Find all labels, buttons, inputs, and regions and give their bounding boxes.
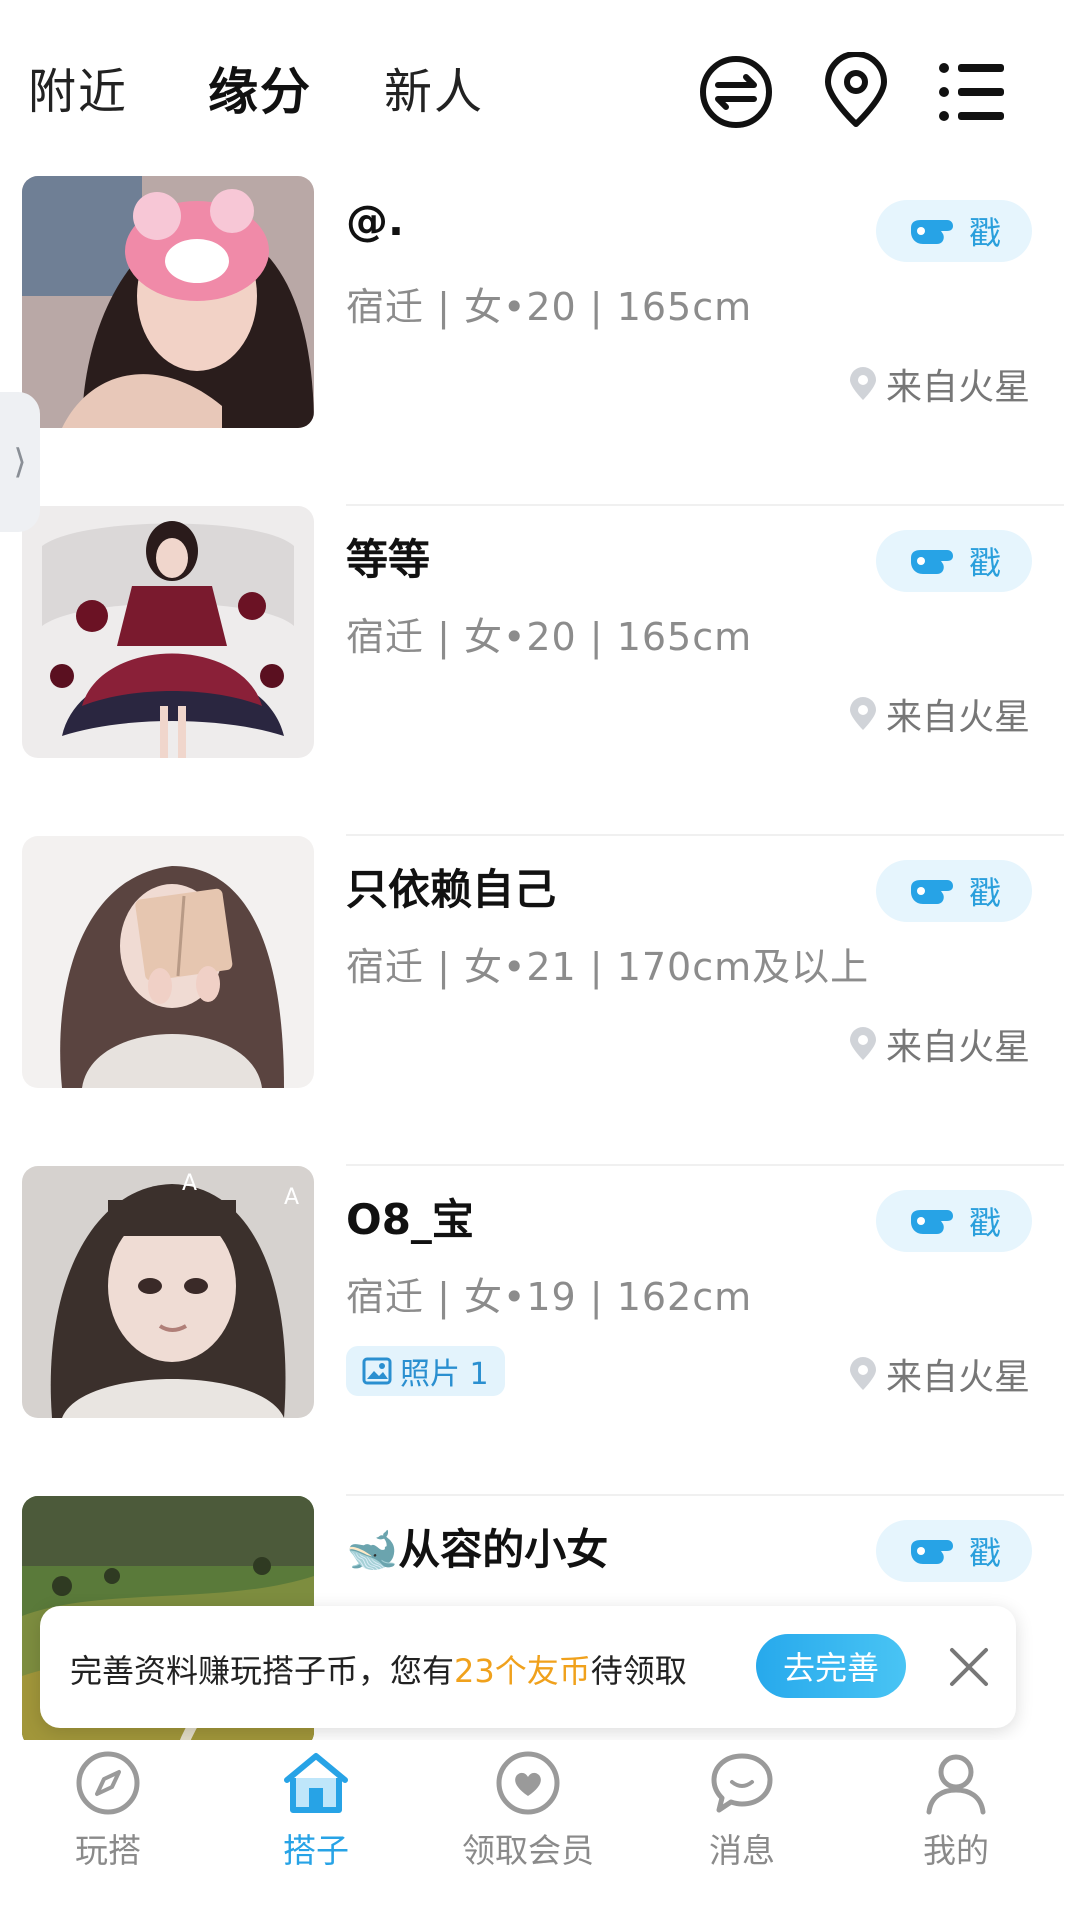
user-name: 只依赖自己 xyxy=(346,865,557,914)
location-text: 来自火星 xyxy=(885,1027,1030,1068)
nav-label: 领取会员 xyxy=(462,1831,594,1870)
poke-button[interactable]: 戳 xyxy=(876,200,1032,262)
list-item[interactable]: @. 戳 宿迁 | 女•20 | 165cm 来自火星 xyxy=(0,176,1080,506)
user-name: 🐋从容的小女 xyxy=(346,1525,609,1574)
pointing-hand-icon xyxy=(910,1210,953,1234)
user-location: 来自火星 xyxy=(848,1018,1030,1070)
avatar[interactable]: A A xyxy=(22,1166,314,1418)
user-info: 宿迁 | 女•21 | 170cm及以上 xyxy=(346,945,870,989)
bottom-nav: 玩搭 搭子 领取会员 消息 我的 xyxy=(0,1740,1080,1920)
user-name: O8_宝 xyxy=(346,1195,474,1244)
user-info: 宿迁 | 女•19 | 162cm xyxy=(346,1275,753,1319)
nav-label: 搭子 xyxy=(283,1831,349,1870)
banner-text-before: 完善资料赚玩搭子币，您有 xyxy=(70,1652,455,1690)
avatar[interactable] xyxy=(22,506,314,758)
chat-bubble-icon xyxy=(711,1753,773,1813)
location-text: 来自火星 xyxy=(885,1357,1030,1398)
poke-label: 戳 xyxy=(968,214,1001,252)
location-pin-icon[interactable] xyxy=(816,52,896,132)
side-expand-handle[interactable]: ⟩ xyxy=(0,392,40,532)
pin-icon xyxy=(849,697,876,730)
list-item[interactable]: 等等 戳 宿迁 | 女•20 | 165cm 来自火星 xyxy=(0,506,1080,836)
user-info: 宿迁 | 女•20 | 165cm xyxy=(346,285,753,329)
pin-icon xyxy=(849,1357,876,1390)
close-icon[interactable] xyxy=(946,1644,992,1690)
pointing-hand-icon xyxy=(910,220,953,244)
pointing-hand-icon xyxy=(910,1540,953,1564)
nav-play[interactable]: 玩搭 xyxy=(0,1740,216,1920)
tab-nearby[interactable]: 附近 xyxy=(28,52,128,122)
banner-text-after: 待领取 xyxy=(590,1652,687,1690)
nav-label: 消息 xyxy=(709,1831,775,1870)
poke-button[interactable]: 戳 xyxy=(876,1520,1032,1582)
compass-icon xyxy=(76,1751,140,1815)
pointing-hand-icon xyxy=(910,880,953,904)
user-list: @. 戳 宿迁 | 女•20 | 165cm 来自火星 等等 戳 宿迁 | 女•… xyxy=(0,176,1080,1826)
pointing-hand-icon xyxy=(910,550,953,574)
avatar[interactable] xyxy=(22,836,314,1088)
image-icon xyxy=(362,1357,392,1385)
user-location: 来自火星 xyxy=(848,1348,1030,1400)
user-info: 宿迁 | 女•20 | 165cm xyxy=(346,615,753,659)
nav-label: 玩搭 xyxy=(75,1831,141,1870)
complete-profile-button[interactable]: 去完善 xyxy=(756,1634,906,1698)
poke-label: 戳 xyxy=(968,874,1001,912)
menu-list-icon[interactable] xyxy=(932,52,1012,132)
profile-reward-banner: 完善资料赚玩搭子币，您有23个友币待领取 去完善 xyxy=(40,1606,1016,1728)
svg-text:A: A xyxy=(182,1171,197,1196)
poke-label: 戳 xyxy=(968,544,1001,582)
photo-count-label: 照片 1 xyxy=(400,1357,489,1392)
profile-icon xyxy=(926,1754,986,1815)
poke-button[interactable]: 戳 xyxy=(876,1190,1032,1252)
banner-coin-amount: 23个友币 xyxy=(454,1652,591,1690)
home-icon xyxy=(284,1753,348,1813)
svg-text:A: A xyxy=(284,1185,299,1210)
poke-button[interactable]: 戳 xyxy=(876,860,1032,922)
swap-icon[interactable] xyxy=(696,52,776,132)
poke-label: 戳 xyxy=(968,1204,1001,1242)
chevron-right-icon: ⟩ xyxy=(13,442,27,482)
banner-message: 完善资料赚玩搭子币，您有23个友币待领取 xyxy=(70,1646,687,1692)
list-item[interactable]: 只依赖自己 戳 宿迁 | 女•21 | 170cm及以上 来自火星 xyxy=(0,836,1080,1166)
tab-new[interactable]: 新人 xyxy=(384,52,484,122)
nav-membership[interactable]: 领取会员 xyxy=(420,1740,636,1920)
nav-messages[interactable]: 消息 xyxy=(634,1740,850,1920)
top-bar: 附近 缘分 新人 xyxy=(0,0,1080,170)
user-name: @. xyxy=(346,196,404,245)
pin-icon xyxy=(849,1027,876,1060)
nav-partner[interactable]: 搭子 xyxy=(208,1740,424,1920)
poke-button[interactable]: 戳 xyxy=(876,530,1032,592)
nav-label: 我的 xyxy=(923,1831,989,1870)
tab-fate[interactable]: 缘分 xyxy=(208,52,312,124)
location-text: 来自火星 xyxy=(885,367,1030,408)
location-text: 来自火星 xyxy=(885,697,1030,738)
user-name: 等等 xyxy=(346,535,431,584)
poke-label: 戳 xyxy=(968,1534,1001,1572)
heart-badge-icon xyxy=(496,1751,560,1815)
nav-profile[interactable]: 我的 xyxy=(848,1740,1064,1920)
avatar[interactable] xyxy=(22,176,314,428)
list-item[interactable]: A A O8_宝 戳 宿迁 | 女•19 | 162cm 照片 1 来自火星 xyxy=(0,1166,1080,1496)
app-screen: 附近 缘分 新人 @. 戳 宿迁 | 女•20 | 165cm 来自火星 等等 … xyxy=(0,0,1080,1920)
photo-count-badge[interactable]: 照片 1 xyxy=(346,1346,505,1396)
pin-icon xyxy=(849,367,876,400)
user-location: 来自火星 xyxy=(848,358,1030,410)
user-location: 来自火星 xyxy=(848,688,1030,740)
